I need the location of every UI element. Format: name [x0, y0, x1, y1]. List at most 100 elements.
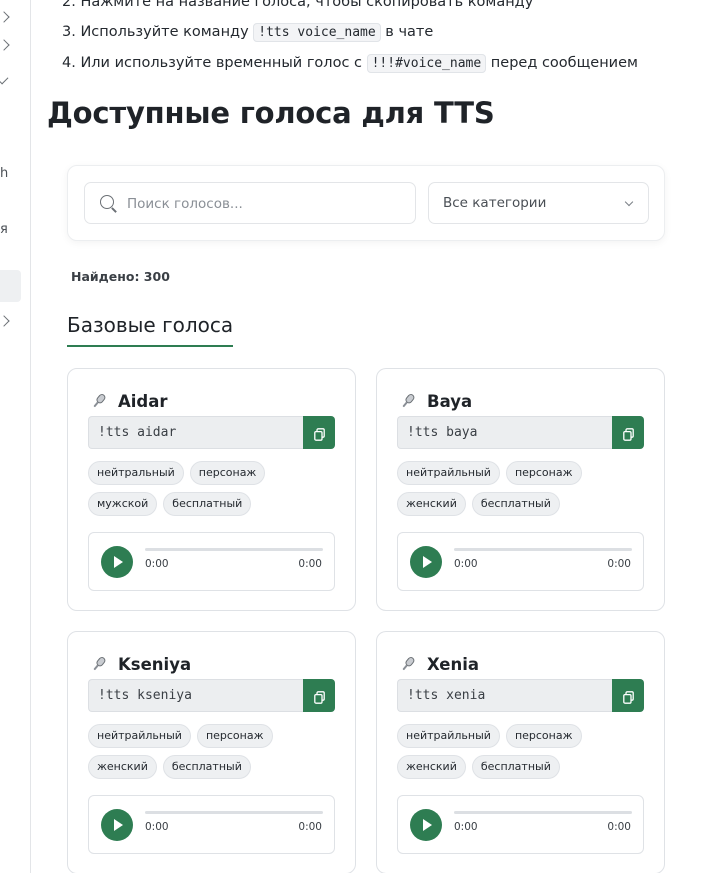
audio-player: 0:00 0:00 — [88, 532, 335, 591]
voice-tag: нейтрайльный — [88, 724, 191, 748]
copy-button[interactable] — [303, 679, 335, 712]
voice-tag: нейтрайльный — [397, 724, 500, 748]
chevron-right-icon[interactable] — [0, 39, 10, 51]
voice-card-header[interactable]: Aidar — [90, 391, 168, 411]
voice-card: Baya !tts baya нейтрайльный персонаж женск… — [376, 368, 665, 611]
voice-card: Aidar !tts aidar нейтральный персонаж мужс… — [67, 368, 356, 611]
audio-player: 0:00 0:00 — [397, 795, 644, 854]
play-button[interactable] — [101, 546, 133, 578]
sidebar-item-fragment[interactable]: h — [0, 166, 22, 181]
chevron-down-icon — [624, 197, 634, 207]
voice-tag: нейтральный — [88, 461, 184, 485]
voice-tag: бесплатный — [471, 755, 560, 779]
search-icon — [100, 195, 114, 209]
progress-bar[interactable] — [145, 811, 323, 814]
results-count: Найдено: 300 — [71, 269, 170, 284]
play-button[interactable] — [101, 809, 133, 841]
category-select-value: Все категории — [443, 195, 547, 211]
voice-tag: персонаж — [196, 724, 273, 748]
category-select[interactable]: Все категории — [428, 182, 649, 224]
time-current: 0:00 — [454, 558, 478, 570]
copy-button[interactable] — [612, 416, 644, 449]
audio-player: 0:00 0:00 — [88, 795, 335, 854]
command-example: !!!#voice_name — [366, 54, 487, 73]
section-title: Базовые голоса — [67, 313, 234, 347]
chevron-right-icon[interactable] — [0, 11, 10, 23]
copy-button[interactable] — [303, 416, 335, 449]
command-text[interactable]: !tts baya — [397, 416, 613, 449]
copy-button[interactable] — [612, 679, 644, 712]
step-text: 4. Или используйте временный голос с — [62, 55, 367, 71]
voice-card-header[interactable]: Xenia — [399, 654, 479, 674]
voice-tag: женский — [397, 492, 466, 516]
microphone-icon — [399, 392, 417, 410]
copy-icon — [314, 426, 325, 441]
command-example: !tts voice_name — [253, 23, 381, 42]
copy-icon — [623, 689, 634, 704]
audio-player: 0:00 0:00 — [397, 532, 644, 591]
time-current: 0:00 — [454, 821, 478, 833]
progress-bar[interactable] — [145, 548, 323, 551]
chevron-right-icon[interactable] — [0, 315, 10, 327]
filter-panel: Все категории — [67, 165, 665, 241]
play-button[interactable] — [410, 546, 442, 578]
step-text: перед сообщением — [486, 55, 638, 71]
time-total: 0:00 — [607, 558, 631, 570]
voice-name[interactable]: Kseniya — [118, 655, 191, 674]
microphone-icon — [399, 655, 417, 673]
voice-tag: персонаж — [505, 461, 582, 485]
search-box[interactable] — [84, 182, 416, 224]
progress-bar[interactable] — [454, 811, 632, 814]
copy-icon — [314, 689, 325, 704]
microphone-icon — [90, 392, 108, 410]
search-input[interactable] — [127, 193, 407, 215]
voice-tag: бесплатный — [162, 755, 251, 779]
voice-tag: персонаж — [505, 724, 582, 748]
command-text[interactable]: !tts aidar — [88, 416, 304, 449]
sidebar-item-active[interactable] — [0, 270, 21, 302]
command-row: !tts baya — [397, 416, 645, 449]
command-text[interactable]: !tts xenia — [397, 679, 613, 712]
page-title: Доступные голоса для TTS — [47, 96, 495, 130]
instructions: 2. Нажмите на название голоса, чтобы ско… — [62, 0, 692, 84]
voice-tag: персонаж — [189, 461, 266, 485]
copy-icon — [623, 426, 634, 441]
command-row: !tts aidar — [88, 416, 336, 449]
instruction-step-3: 3. Используйте команду !tts voice_name в… — [62, 22, 692, 43]
step-text: в чате — [380, 24, 434, 40]
time-total: 0:00 — [298, 558, 322, 570]
voice-card-header[interactable]: Baya — [399, 391, 472, 411]
voice-tag: бесплатный — [163, 492, 252, 516]
sidebar-item-fragment[interactable]: я — [0, 222, 22, 237]
voice-tag: женский — [88, 755, 157, 779]
voice-name[interactable]: Baya — [427, 392, 472, 411]
time-total: 0:00 — [298, 821, 322, 833]
voice-tag: бесплатный — [471, 492, 560, 516]
check-icon — [0, 74, 9, 85]
voice-tag: мужской — [88, 492, 158, 516]
voice-tag: нейтрайльный — [397, 461, 500, 485]
instruction-step-4: 4. Или используйте временный голос с !!!… — [62, 53, 692, 74]
microphone-icon — [90, 655, 108, 673]
step-text: 3. Используйте команду — [62, 24, 254, 40]
play-button[interactable] — [410, 809, 442, 841]
progress-bar[interactable] — [454, 548, 632, 551]
command-row: !tts kseniya — [88, 679, 336, 712]
command-row: !tts xenia — [397, 679, 645, 712]
voice-tags: нейтрайльный персонаж женский бесплатный — [397, 724, 647, 779]
voice-name[interactable]: Aidar — [118, 392, 168, 411]
time-current: 0:00 — [145, 558, 169, 570]
sidebar: h я — [0, 0, 31, 873]
voice-tag: женский — [397, 755, 466, 779]
instruction-step-2: 2. Нажмите на название голоса, чтобы ско… — [62, 0, 534, 10]
voice-tags: нейтрайльный персонаж женский бесплатный — [88, 724, 338, 779]
voice-card: Kseniya !tts kseniya нейтрайльный персона… — [67, 631, 356, 873]
time-total: 0:00 — [607, 821, 631, 833]
command-text[interactable]: !tts kseniya — [88, 679, 304, 712]
voice-card: Xenia !tts xenia нейтрайльный персонаж жен… — [376, 631, 665, 873]
voice-tags: нейтрайльный персонаж женский бесплатный — [397, 461, 647, 516]
voice-card-header[interactable]: Kseniya — [90, 654, 191, 674]
voice-tags: нейтральный персонаж мужской бесплатный — [88, 461, 338, 516]
voice-name[interactable]: Xenia — [427, 655, 479, 674]
time-current: 0:00 — [145, 821, 169, 833]
